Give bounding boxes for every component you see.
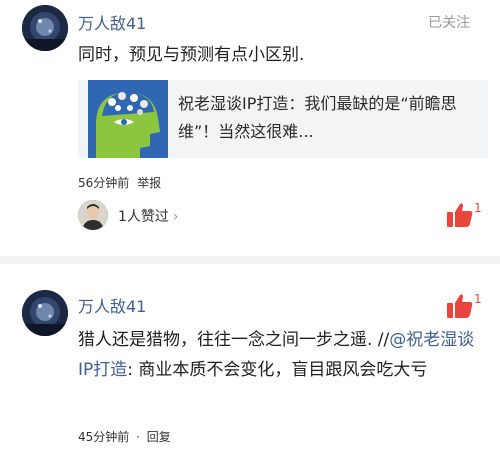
article-thumbnail — [88, 80, 168, 158]
avatar[interactable] — [22, 290, 68, 336]
thumbs-up-icon — [447, 203, 473, 227]
meta-separator: · — [136, 430, 140, 444]
head-gears-icon — [88, 80, 168, 158]
article-title: 祝老湿谈IP打造：我们最缺的是“前瞻思维”！当然这很难... — [178, 94, 457, 141]
avatar-image — [22, 5, 68, 51]
likers-count-text: 1人赞过 — [118, 209, 169, 225]
thumbs-up-icon — [447, 294, 473, 318]
username[interactable]: 万人敌41 — [78, 10, 146, 34]
comment-divider — [0, 256, 500, 264]
like-button[interactable] — [446, 202, 476, 228]
comment-thread: 万人敌41 已关注 同时，预见与预测有点小区别. 祝老湿谈IP打造：我们最缺的是… — [0, 0, 500, 451]
comment-text: 猎人还是猎物，往往一念之间一步之遥. //@祝老湿谈IP打造: 商业本质不会变化… — [78, 325, 483, 385]
report-link[interactable]: 举报 — [137, 174, 161, 191]
likers-summary[interactable]: 1人赞过 › — [118, 206, 179, 226]
shared-article-card[interactable]: 祝老湿谈IP打造：我们最缺的是“前瞻思维”！当然这很难... — [78, 80, 488, 158]
like-button[interactable] — [446, 293, 476, 319]
comment-meta: 56分钟前 举报 — [78, 174, 161, 191]
like-count: 1 — [474, 201, 482, 215]
comment-text: 同时，预见与预测有点小区别. — [78, 45, 305, 65]
liker-avatar-image — [78, 200, 108, 230]
chevron-right-icon: › — [172, 209, 179, 225]
username[interactable]: 万人敌41 — [78, 293, 146, 317]
reply-link[interactable]: 回复 — [147, 428, 171, 445]
avatar-image — [22, 290, 68, 336]
liker-avatar[interactable] — [78, 200, 108, 230]
comment-meta: 45分钟前 · 回复 — [78, 428, 171, 445]
comment-main-text: 猎人还是猎物，往往一念之间一步之遥. // — [78, 330, 390, 350]
like-count: 1 — [474, 292, 482, 306]
avatar[interactable] — [22, 5, 68, 51]
timestamp: 45分钟前 — [78, 430, 130, 444]
quoted-text: : 商业本质不会变化，盲目跟风会吃大亏 — [127, 360, 428, 380]
follow-status[interactable]: 已关注 — [428, 12, 470, 32]
timestamp: 56分钟前 — [78, 176, 130, 190]
